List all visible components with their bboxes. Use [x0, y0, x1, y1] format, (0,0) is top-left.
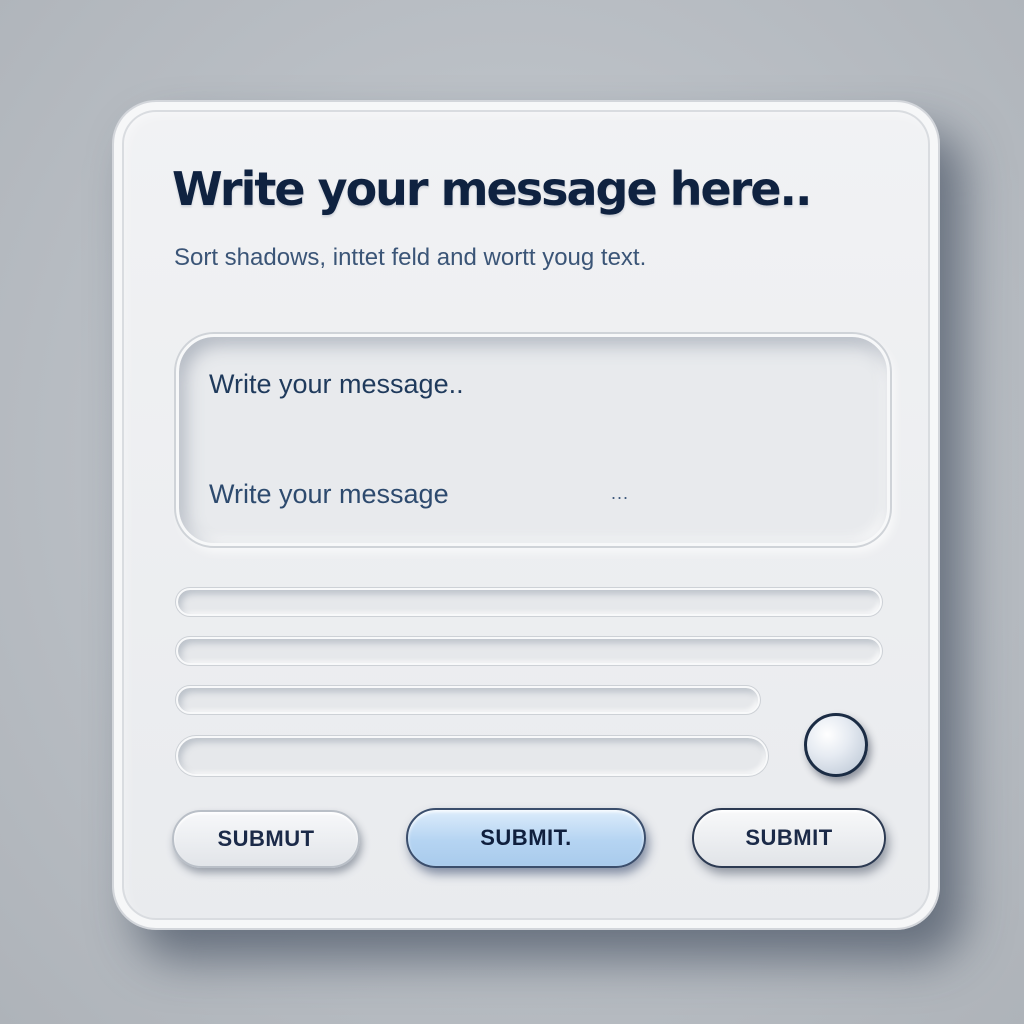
submit-button-left[interactable]: SUBMUT	[172, 810, 360, 868]
submit-button-right[interactable]: SUBMIT	[692, 808, 886, 868]
text-input-line-2[interactable]	[176, 637, 882, 665]
form-subtitle: Sort shadows, inttet feld and wortt youg…	[174, 244, 647, 271]
form-title: Write your message here..	[172, 162, 812, 216]
message-line-2: Write your message	[209, 479, 449, 509]
text-input-line-3[interactable]	[176, 686, 760, 714]
message-line-1: Write your message..	[209, 369, 464, 399]
message-textarea[interactable]: Write your message.. Write your message …	[176, 334, 890, 546]
submit-button-primary[interactable]: SUBMIT.	[406, 808, 646, 868]
round-toggle-button[interactable]	[804, 713, 868, 777]
message-form-card: Write your message here.. Sort shadows, …	[112, 100, 940, 930]
message-trailing-dots: ...	[611, 483, 630, 503]
text-input-line-1[interactable]	[176, 588, 882, 616]
text-input-line-4[interactable]	[176, 736, 768, 776]
